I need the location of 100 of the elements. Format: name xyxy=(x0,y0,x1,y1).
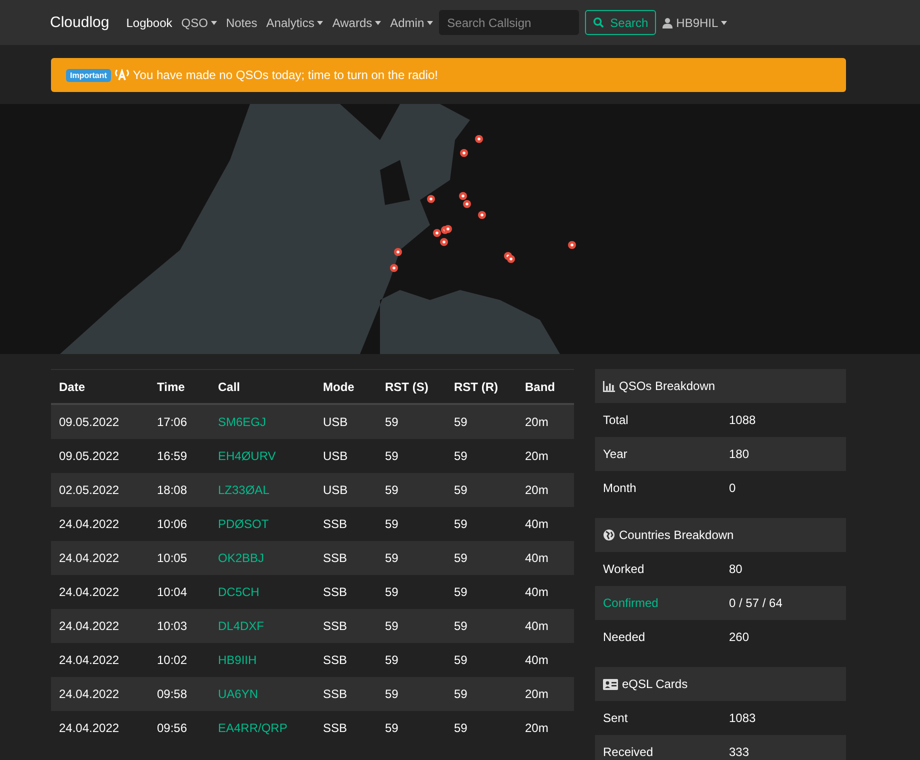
table-cell-text: 18:08 xyxy=(157,483,188,497)
table-cell-text: 24.04.2022 xyxy=(59,721,120,735)
table-cell-text: 59 xyxy=(385,551,400,565)
table-cell-text: USB xyxy=(323,449,349,463)
table-cell-text: 59 xyxy=(385,653,400,667)
table-cell-text: 17:06 xyxy=(157,415,188,429)
table-cell-text: 59 xyxy=(454,517,468,531)
callsign-link[interactable]: EH4ØURV xyxy=(218,449,323,463)
column-header: RST (S) xyxy=(385,380,430,394)
search-field[interactable]: Search Callsign xyxy=(439,10,580,35)
table-cell-text: 40m xyxy=(525,517,550,531)
stat-value: 1083 xyxy=(729,711,756,725)
table-cell-text: 16:59 xyxy=(157,449,188,463)
table-cell-text: 59 xyxy=(385,449,400,463)
column-header: RST (R) xyxy=(454,380,499,394)
table-cell-text: 10:06 xyxy=(157,517,188,531)
brand-link[interactable]: Cloudlog xyxy=(50,14,110,31)
table-cell-text: 59 xyxy=(385,483,400,497)
table-cell-text: SSB xyxy=(323,517,348,531)
table-cell-text: 59 xyxy=(385,687,400,701)
table-cell-text: 24.04.2022 xyxy=(59,653,120,667)
table-cell-text: 20m xyxy=(525,687,550,701)
table-cell-text: 40m xyxy=(525,619,550,633)
caret-icon xyxy=(721,20,728,24)
table-cell-text: 24.04.2022 xyxy=(59,619,120,633)
table-cell-text: 59 xyxy=(385,585,400,599)
table-cell-text: 40m xyxy=(525,585,550,599)
nav-link[interactable]: Analytics xyxy=(266,16,324,30)
table-cell-text: 20m xyxy=(525,483,550,497)
search-button[interactable]: Search xyxy=(585,10,656,35)
callsign-link[interactable]: OK2BBJ xyxy=(218,551,323,565)
table-cell-text: SSB xyxy=(323,653,348,667)
table-cell-text: USB xyxy=(323,415,349,429)
bar-chart-icon xyxy=(603,380,615,392)
table-cell-text: 24.04.2022 xyxy=(59,585,120,599)
callsign-link[interactable]: LZ33ØAL xyxy=(218,483,323,497)
nav-link[interactable]: Awards xyxy=(332,16,382,30)
table-cell-text: 10:02 xyxy=(157,653,188,667)
table-cell-text: 59 xyxy=(454,721,468,735)
table-cell-text: 24.04.2022 xyxy=(59,517,120,531)
table-cell-text: 59 xyxy=(454,585,468,599)
table-cell-text: 09:58 xyxy=(157,687,188,701)
stat-link[interactable]: Confirmed xyxy=(603,596,729,610)
callsign-link[interactable]: SM6EGJ xyxy=(218,415,323,429)
column-header: Time xyxy=(157,380,186,394)
stat-value: 333 xyxy=(729,745,750,759)
table-cell-text: 59 xyxy=(454,687,468,701)
table-cell-text: 10:05 xyxy=(157,551,188,565)
nav-link[interactable]: Logbook xyxy=(126,16,172,30)
table-cell-text: 40m xyxy=(525,551,550,565)
table-cell-text: 59 xyxy=(454,653,468,667)
stat-label: Month xyxy=(603,481,638,495)
stat-label: Year xyxy=(603,447,628,461)
table-cell-text: 20m xyxy=(525,721,550,735)
stat-label: Sent xyxy=(603,711,629,725)
callsign-link[interactable]: EA4RR/QRP xyxy=(218,721,323,735)
table-cell-text: SSB xyxy=(323,551,348,565)
callsign-link[interactable]: DL4DXF xyxy=(218,619,323,633)
globe-icon xyxy=(603,529,615,541)
table-cell-text: 59 xyxy=(454,415,468,429)
table-cell-text: 24.04.2022 xyxy=(59,551,120,565)
column-header: Date xyxy=(59,380,86,394)
panel-title: QSOs Breakdown xyxy=(619,379,716,393)
stat-value: 0 xyxy=(729,481,736,495)
callsign-link[interactable]: HB9IIH xyxy=(218,653,323,667)
column-header: Call xyxy=(218,380,242,394)
callsign-link[interactable]: DC5CH xyxy=(218,585,323,599)
panel-title: Countries Breakdown xyxy=(619,528,734,542)
table-cell-text: 40m xyxy=(525,653,550,667)
callsign-link[interactable]: UA6YN xyxy=(218,687,323,701)
table-cell-text: 09:56 xyxy=(157,721,188,735)
table-cell-text: 09.05.2022 xyxy=(59,415,120,429)
table-cell-text: 59 xyxy=(385,721,400,735)
stat-label: Received xyxy=(603,745,654,759)
table-cell-text: 59 xyxy=(454,483,468,497)
table-cell-text: USB xyxy=(323,483,349,497)
table-cell-text: 24.04.2022 xyxy=(59,687,120,701)
stat-value: 0 / 57 / 64 xyxy=(729,596,782,610)
table-cell-text: 59 xyxy=(385,415,400,429)
table-cell-text: 10:04 xyxy=(157,585,188,599)
table-cell-text: SSB xyxy=(323,687,348,701)
search-icon xyxy=(593,17,604,28)
user-menu[interactable]: HB9HIL xyxy=(662,16,728,30)
table-cell-text: 59 xyxy=(454,551,468,565)
nav-link[interactable]: Notes xyxy=(226,16,258,30)
table-cell-text: 20m xyxy=(525,415,550,429)
nav-link[interactable]: QSO xyxy=(181,16,217,30)
column-header: Band xyxy=(525,380,556,394)
id-card-icon xyxy=(603,678,618,690)
table-cell-text: 02.05.2022 xyxy=(59,483,120,497)
broadcast-icon xyxy=(114,69,130,81)
table-cell-text: SSB xyxy=(323,585,348,599)
table-cell-text: SSB xyxy=(323,721,348,735)
stat-label: Total xyxy=(603,413,630,427)
nav-link[interactable]: Admin xyxy=(390,16,434,30)
alert-message: You have made no QSOs today; time to turn on the radio! xyxy=(132,68,438,82)
table-cell-text: 09.05.2022 xyxy=(59,449,120,463)
important-badge: Important xyxy=(66,68,111,82)
table-cell-text: SSB xyxy=(323,619,348,633)
callsign-link[interactable]: PDØSOT xyxy=(218,517,323,531)
